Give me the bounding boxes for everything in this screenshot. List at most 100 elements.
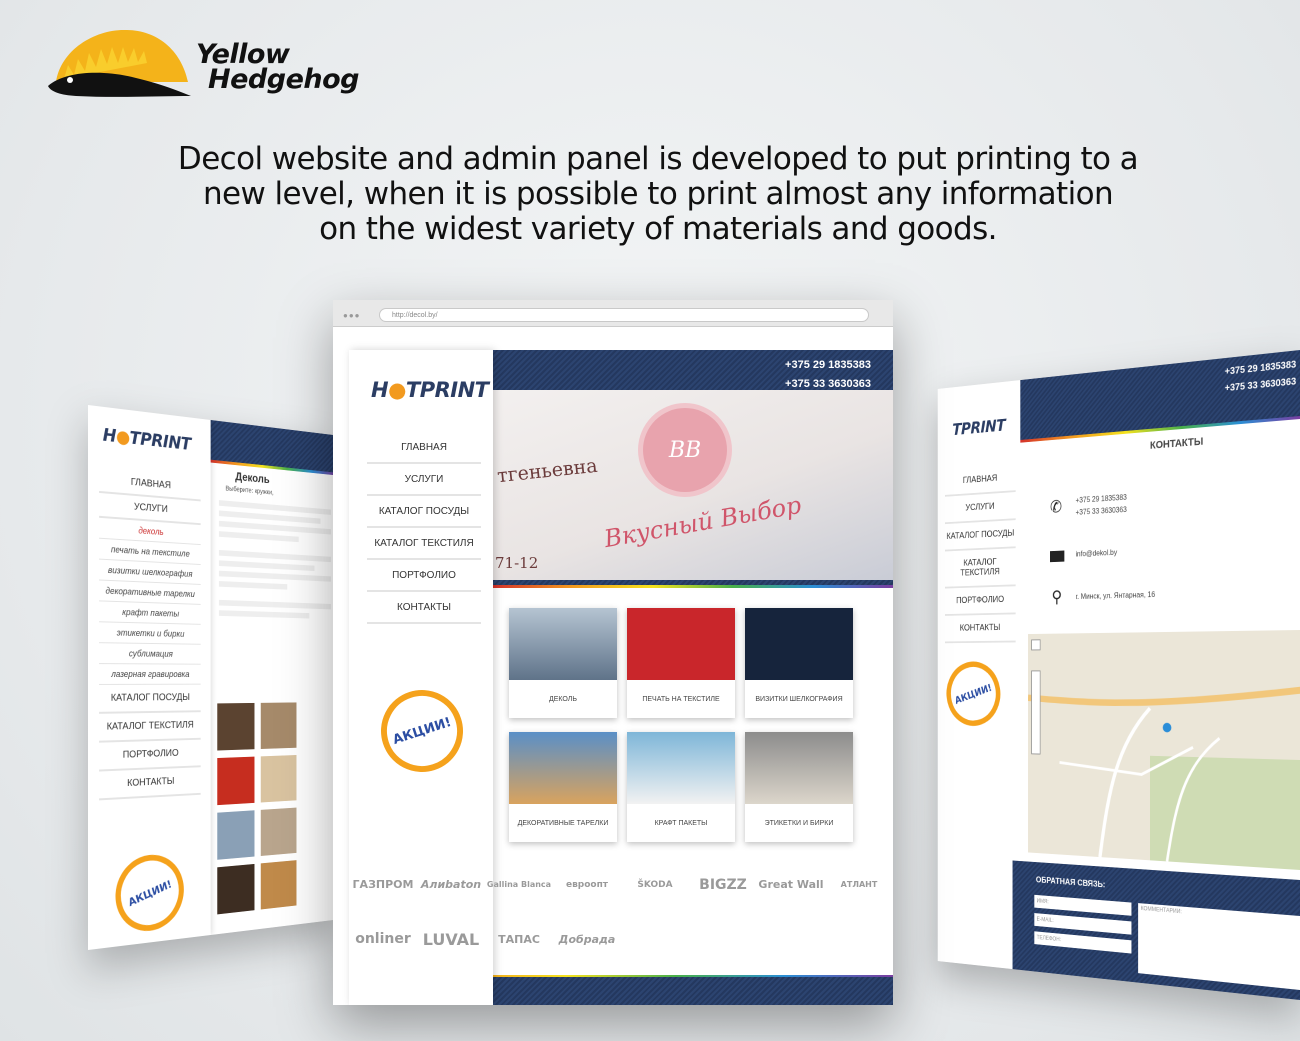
service-page-mockup: H●TPRINT ГЛАВНАЯ УСЛУГИ деколь печать на… (88, 405, 336, 950)
client-logo: Алиbaton (420, 878, 482, 891)
service-card[interactable]: ВИЗИТКИ ШЕЛКОГРАФИЯ (745, 608, 853, 718)
right-nav-contacts[interactable]: КОНТАКТЫ (945, 614, 1016, 644)
mug-photo[interactable] (217, 756, 255, 806)
phone-icon: ✆ (1050, 497, 1063, 517)
service-card-label: ВИЗИТКИ ШЕЛКОГРАФИЯ (755, 695, 843, 703)
client-logo: Gallina Blanca (486, 880, 552, 889)
email-input[interactable]: E-MAIL: (1034, 913, 1132, 935)
nav-portfolio[interactable]: ПОРТФОЛИО (367, 560, 481, 592)
client-logo: Great Wall (758, 878, 824, 891)
right-nav-dish-catalog[interactable]: КАТАЛОГ ПОСУДЫ (945, 520, 1016, 552)
left-page-title: Деколь (235, 469, 270, 486)
mug-photo[interactable] (260, 755, 297, 803)
client-logo: ŠKODA (637, 879, 673, 890)
contact-address: г. Минск, ул. Янтарная, 16 (1075, 590, 1156, 601)
contacts-heading: КОНТАКТЫ (1149, 435, 1204, 452)
name-input[interactable]: ИМЯ: (1034, 894, 1132, 916)
service-card[interactable]: КРАФТ ПАКЕТЫ (627, 732, 735, 842)
nav-textile-catalog[interactable]: КАТАЛОГ ТЕКСТИЛЯ (367, 528, 481, 560)
service-card-label: ДЕКОРАТИВНЫЕ ТАРЕЛКИ (517, 819, 609, 827)
map-zoom-slider[interactable] (1031, 670, 1041, 755)
hero-text-brand: Вкусный Выбор (602, 490, 804, 554)
left-nav-portfolio[interactable]: ПОРТФОЛИО (99, 739, 201, 772)
hero-business-card-photo: BB Вкусный Выбор тгеньевна 71-12 (493, 390, 893, 580)
mug-photo[interactable] (217, 810, 255, 860)
tshirt-photo (627, 608, 735, 680)
left-subnav-kraft[interactable]: крафт пакеты (99, 601, 201, 625)
service-card-label: ПЕЧАТЬ НА ТЕКСТИЛЕ (642, 695, 720, 703)
mug-photo[interactable] (217, 863, 255, 915)
browser-dots-icon: ●●● (343, 311, 361, 320)
left-sidebar: H●TPRINT ГЛАВНАЯ УСЛУГИ деколь печать на… (88, 405, 211, 950)
phone-input[interactable]: ТЕЛЕФОН: (1034, 931, 1132, 954)
client-logo: BIGZZ (699, 876, 747, 893)
mug-photo[interactable] (260, 807, 297, 856)
yellow-hedgehog-logo[interactable]: Yellow Hedgehog (46, 24, 366, 104)
left-nav-dish-catalog[interactable]: КАТАЛОГ ПОСУДЫ (99, 684, 201, 714)
nav-contacts[interactable]: КОНТАКТЫ (367, 592, 481, 624)
email-icon (1050, 550, 1065, 563)
mug-photo[interactable] (260, 860, 297, 910)
right-nav-textile-catalog[interactable]: КАТАЛОГ ТЕКСТИЛЯ (945, 548, 1016, 589)
location-pin-icon: ⚲ (1051, 587, 1063, 607)
headline-line1: Decol website and admin panel is develop… (177, 141, 1139, 177)
logo-line2: Hedgehog (208, 64, 359, 95)
hero-text-name: тгеньевна (496, 454, 599, 488)
service-card[interactable]: ДЕКОЛЬ (509, 608, 617, 718)
contacts-page-mockup: +375 29 1835383 +375 33 3630363 TPRINT Г… (937, 350, 1300, 1000)
nav-services[interactable]: УСЛУГИ (367, 464, 481, 496)
client-logo: евроопт (565, 879, 609, 890)
feedback-form: ОБРАТНАЯ СВЯЗЬ: ИМЯ: E-MAIL: ТЕЛЕФОН: КО… (1012, 860, 1300, 1000)
contact-email[interactable]: info@dekol.by (1076, 548, 1118, 558)
right-nav-portfolio[interactable]: ПОРТФОЛИО (945, 586, 1016, 616)
left-promo-badge[interactable]: АКЦИИ! (106, 843, 193, 944)
header-phone1[interactable]: +375 29 1835383 (785, 356, 871, 375)
promo-badge[interactable]: АКЦИИ! (370, 679, 474, 783)
client-logo: Добрада (558, 932, 616, 946)
headline-line3: on the widest variety of materials and g… (319, 211, 997, 247)
left-photo-grid (217, 702, 297, 915)
left-subnav-engraving[interactable]: лазерная гравировка (99, 664, 201, 685)
address-bar[interactable]: http://decol.by/ (379, 308, 869, 322)
left-page-subtitle: Выберите: кружки, (225, 485, 274, 497)
mug-photo[interactable] (260, 702, 297, 749)
left-subnav-labels[interactable]: этикетки и бирки (99, 622, 201, 645)
service-card-label: ДЕКОЛЬ (549, 695, 577, 703)
center-hotprint-logo[interactable]: H●TPRINT (371, 378, 489, 402)
right-nav-services[interactable]: УСЛУГИ (945, 492, 1016, 525)
service-cards-grid: ДЕКОЛЬ ПЕЧАТЬ НА ТЕКСТИЛЕ ВИЗИТКИ ШЕЛКОГ… (509, 608, 853, 842)
left-nav-textile-catalog[interactable]: КАТАЛОГ ТЕКСТИЛЯ (99, 712, 201, 743)
right-promo-badge[interactable]: АКЦИИ! (939, 653, 1008, 734)
client-logo: LUVAL (422, 929, 480, 949)
contact-phone2[interactable]: +375 33 3630363 (1076, 503, 1127, 518)
label-tag-photo (745, 732, 853, 804)
location-map[interactable] (1028, 630, 1300, 870)
client-logos-strip: ГАЗПРОМ Алиbaton Gallina Blanca евроопт … (349, 860, 893, 965)
service-card[interactable]: ЭТИКЕТКИ И БИРКИ (745, 732, 853, 842)
service-card[interactable]: ДЕКОРАТИВНЫЕ ТАРЕЛКИ (509, 732, 617, 842)
kraft-bag-photo (627, 732, 735, 804)
comment-textarea[interactable]: КОММЕНТАРИИ: (1138, 903, 1300, 990)
right-header-band: +375 29 1835383 +375 33 3630363 (1020, 350, 1300, 440)
client-logo: onliner (355, 931, 411, 947)
nav-dish-catalog[interactable]: КАТАЛОГ ПОСУДЫ (367, 496, 481, 528)
decol-mug-photo (509, 608, 617, 680)
right-sidebar: TPRINT ГЛАВНАЯ УСЛУГИ КАТАЛОГ ПОСУДЫ КАТ… (937, 380, 1021, 970)
service-card-label: ЭТИКЕТКИ И БИРКИ (764, 819, 834, 827)
left-body-text (218, 500, 331, 624)
right-hotprint-logo: TPRINT (952, 415, 1006, 440)
nav-home[interactable]: ГЛАВНАЯ (367, 432, 481, 464)
left-subnav-sublimation[interactable]: сублимация (99, 643, 201, 665)
mug-photo[interactable] (217, 702, 255, 751)
browser-chrome: ●●● http://decol.by/ (333, 300, 893, 327)
map-roads (1028, 630, 1300, 870)
client-logo: АТЛАНТ (840, 880, 878, 889)
client-logo: ТАПАС (498, 932, 540, 946)
feedback-title: ОБРАТНАЯ СВЯЗЬ: (1035, 874, 1106, 890)
left-nav-contacts[interactable]: КОНТАКТЫ (99, 767, 201, 801)
service-card[interactable]: ПЕЧАТЬ НА ТЕКСТИЛЕ (627, 608, 735, 718)
client-logo: ГАЗПРОМ (352, 878, 414, 891)
business-card-photo (745, 608, 853, 680)
hedgehog-icon (48, 29, 191, 97)
map-zoom-in-button[interactable] (1031, 639, 1041, 651)
